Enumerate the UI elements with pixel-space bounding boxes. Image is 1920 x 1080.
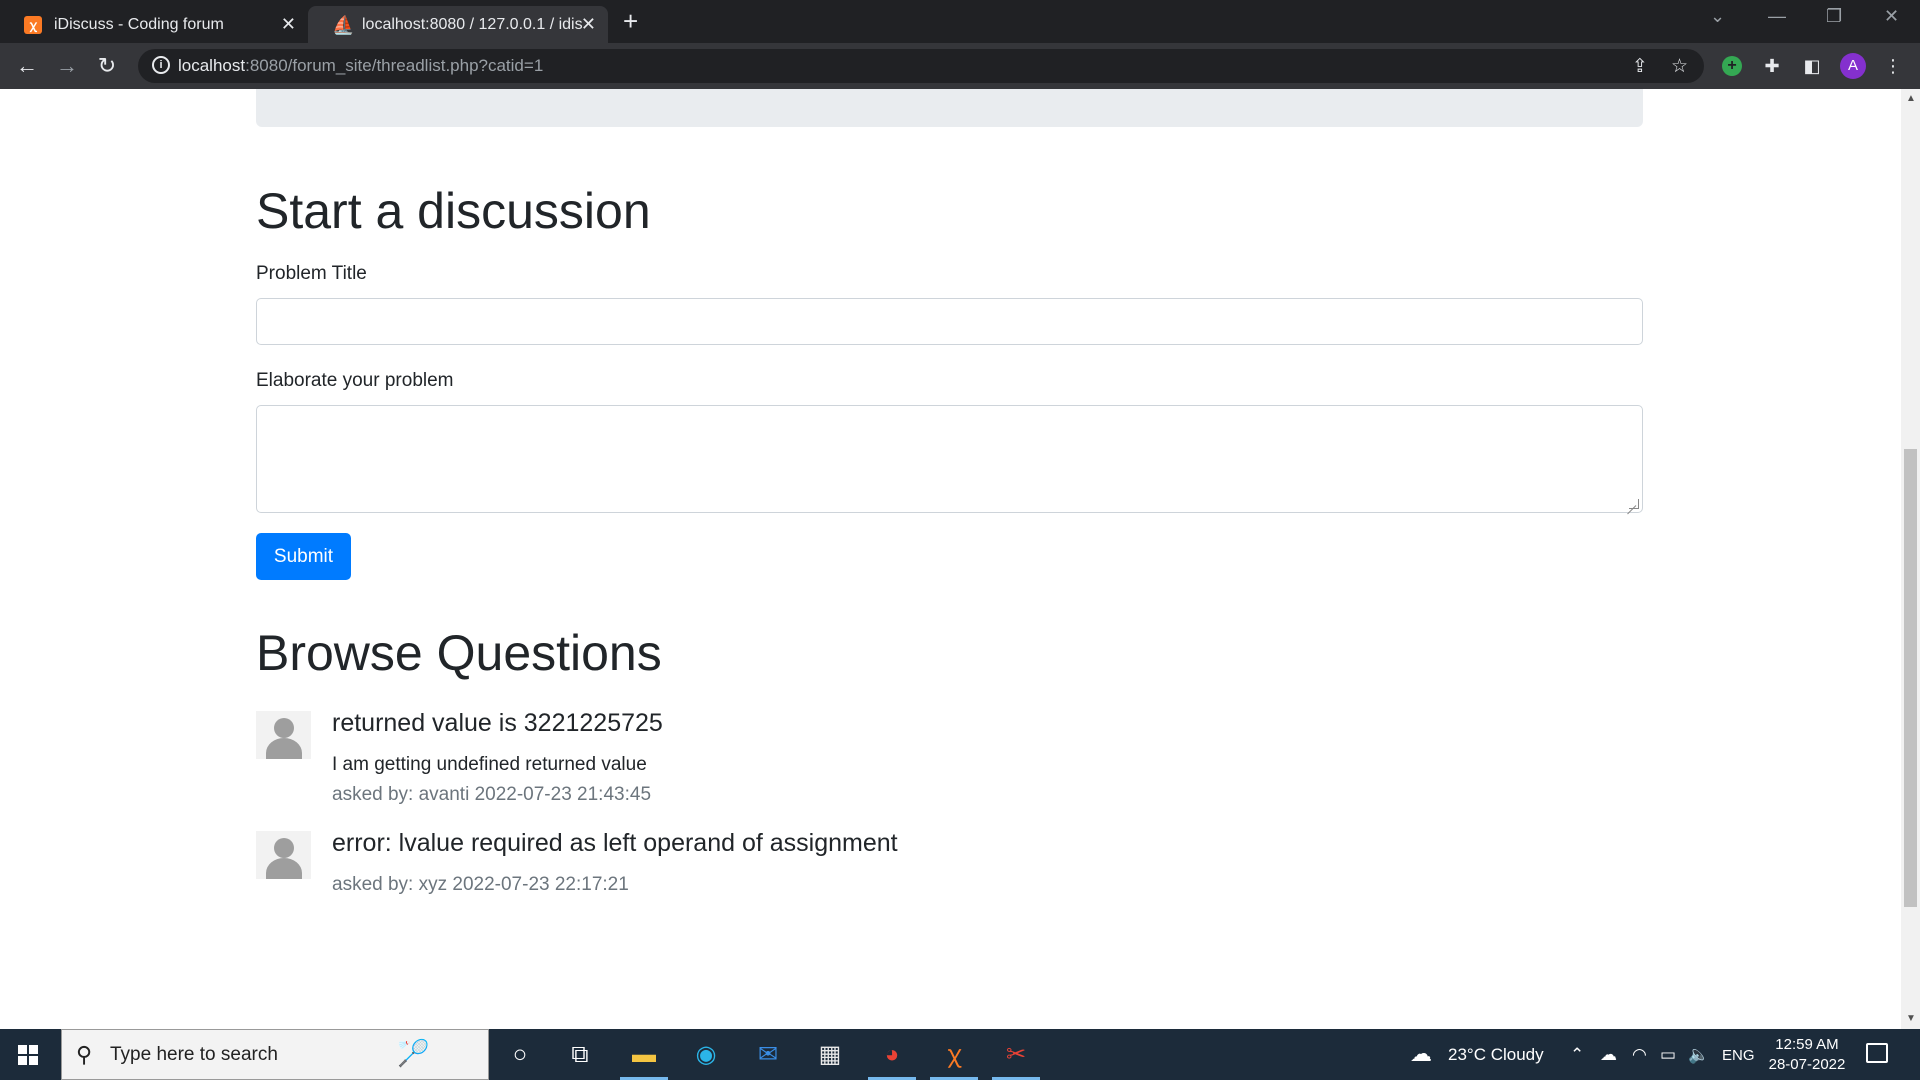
menu-kebab-icon[interactable]: ⋮: [1880, 53, 1906, 79]
phpmyadmin-icon: ⛵: [332, 15, 355, 35]
windows-start-icon[interactable]: [18, 1045, 38, 1065]
bookmark-star-icon[interactable]: ☆: [1671, 55, 1688, 78]
taskbar-search-box[interactable]: ⚲ Type here to search 🏸: [61, 1029, 489, 1080]
notification-center-icon[interactable]: [1866, 1043, 1888, 1063]
resize-grip-icon[interactable]: [1629, 499, 1639, 509]
close-tab-icon[interactable]: ✕: [281, 14, 296, 34]
user-avatar-icon: [256, 831, 311, 879]
language-indicator[interactable]: ENG: [1722, 1047, 1755, 1064]
task-view-icon[interactable]: ⧉: [562, 1037, 598, 1073]
chrome-icon[interactable]: ◕: [868, 1037, 916, 1080]
cortana-icon[interactable]: ○: [502, 1037, 538, 1073]
url-text[interactable]: localhost:8080/forum_site/threadlist.php…: [178, 56, 543, 76]
problem-title-input[interactable]: [256, 298, 1643, 345]
problem-title-label: Problem Title: [256, 263, 367, 284]
clock-time: 12:59 AM: [1775, 1036, 1839, 1053]
file-explorer-icon[interactable]: ▬: [620, 1037, 668, 1080]
search-icon: ⚲: [76, 1042, 93, 1067]
search-highlight-icon: 🏸: [397, 1038, 430, 1068]
edge-browser-icon[interactable]: ◉: [688, 1037, 724, 1073]
tab-search-icon[interactable]: ⌄: [1710, 6, 1725, 27]
new-tab-button[interactable]: +: [623, 8, 638, 34]
clock-date: 28-07-2022: [1768, 1056, 1846, 1073]
extension-plus-icon[interactable]: +: [1722, 56, 1742, 76]
taskbar-clock[interactable]: 12:59 AM 28-07-2022: [1762, 1035, 1852, 1075]
minimize-button[interactable]: —: [1768, 6, 1786, 27]
question-title-link[interactable]: returned value is 3221225725: [332, 709, 663, 738]
close-tab-icon[interactable]: ✕: [581, 14, 596, 34]
volume-icon[interactable]: 🔈: [1688, 1045, 1709, 1065]
search-placeholder: Type here to search: [110, 1044, 278, 1065]
question-description: I am getting undefined returned value: [332, 754, 647, 775]
onedrive-icon[interactable]: ☁: [1600, 1045, 1617, 1065]
scroll-up-arrow-icon[interactable]: ▲: [1906, 93, 1916, 104]
browse-questions-heading: Browse Questions: [256, 625, 662, 681]
category-jumbotron: [256, 89, 1643, 127]
back-arrow-icon[interactable]: ←: [13, 52, 41, 80]
user-avatar-icon: [256, 711, 311, 759]
page-scrollbar[interactable]: ▲ ▼: [1901, 89, 1920, 1029]
show-hidden-icons-icon[interactable]: ⌃: [1570, 1045, 1584, 1065]
forward-arrow-icon[interactable]: →: [53, 52, 81, 80]
profile-avatar[interactable]: A: [1840, 53, 1866, 79]
browser-tab-strip: ꭓ iDiscuss - Coding forum ✕ ⛵ localhost:…: [0, 0, 1920, 43]
windows-taskbar: ⚲ Type here to search 🏸 ○ ⧉ ▬ ◉ ✉ ▦ ◕ ꭓ …: [0, 1029, 1920, 1080]
question-meta: asked by: avanti 2022-07-23 21:43:45: [332, 784, 652, 805]
reload-icon[interactable]: ↻: [93, 52, 121, 80]
start-discussion-heading: Start a discussion: [256, 183, 651, 239]
weather-text[interactable]: 23°C Cloudy: [1448, 1045, 1544, 1065]
side-panel-icon[interactable]: ◧: [1799, 53, 1825, 79]
submit-button[interactable]: Submit: [256, 533, 351, 580]
problem-description-label: Elaborate your problem: [256, 370, 454, 391]
address-bar[interactable]: i localhost:8080/forum_site/threadlist.p…: [138, 49, 1704, 83]
wifi-icon[interactable]: ◠: [1632, 1045, 1647, 1065]
battery-icon[interactable]: ▭: [1660, 1045, 1676, 1065]
restore-button[interactable]: ❐: [1826, 6, 1842, 27]
store-icon[interactable]: ▦: [812, 1037, 848, 1073]
scroll-down-arrow-icon[interactable]: ▼: [1906, 1013, 1916, 1024]
tab-title: localhost:8080 / 127.0.0.1 / idiscu: [362, 16, 582, 33]
tab-title: iDiscuss - Coding forum: [54, 16, 224, 33]
question-title-link[interactable]: error: lvalue required as left operand o…: [332, 829, 898, 858]
site-info-icon[interactable]: i: [152, 56, 170, 74]
browser-toolbar: ← → ↻ i localhost:8080/forum_site/thread…: [0, 43, 1920, 89]
xampp-icon: ꭓ: [24, 16, 42, 34]
mail-icon[interactable]: ✉: [750, 1037, 786, 1073]
problem-description-textarea[interactable]: [256, 405, 1643, 513]
question-meta: asked by: xyz 2022-07-23 22:17:21: [332, 874, 629, 895]
scrollbar-thumb[interactable]: [1904, 449, 1917, 907]
weather-cloud-icon[interactable]: ☁: [1410, 1041, 1432, 1067]
extensions-puzzle-icon[interactable]: ✚: [1759, 53, 1785, 79]
tab-phpmyadmin[interactable]: ⛵ localhost:8080 / 127.0.0.1 / idiscu ✕: [308, 6, 608, 43]
xampp-taskbar-icon[interactable]: ꭓ: [930, 1037, 978, 1080]
share-icon[interactable]: ⇪: [1632, 55, 1648, 78]
tab-idiscuss[interactable]: ꭓ iDiscuss - Coding forum ✕: [0, 6, 308, 43]
close-window-button[interactable]: ✕: [1884, 6, 1899, 27]
page-viewport: Start a discussion Problem Title Elabora…: [0, 89, 1901, 1029]
snipping-tool-icon[interactable]: ✂: [992, 1037, 1040, 1080]
